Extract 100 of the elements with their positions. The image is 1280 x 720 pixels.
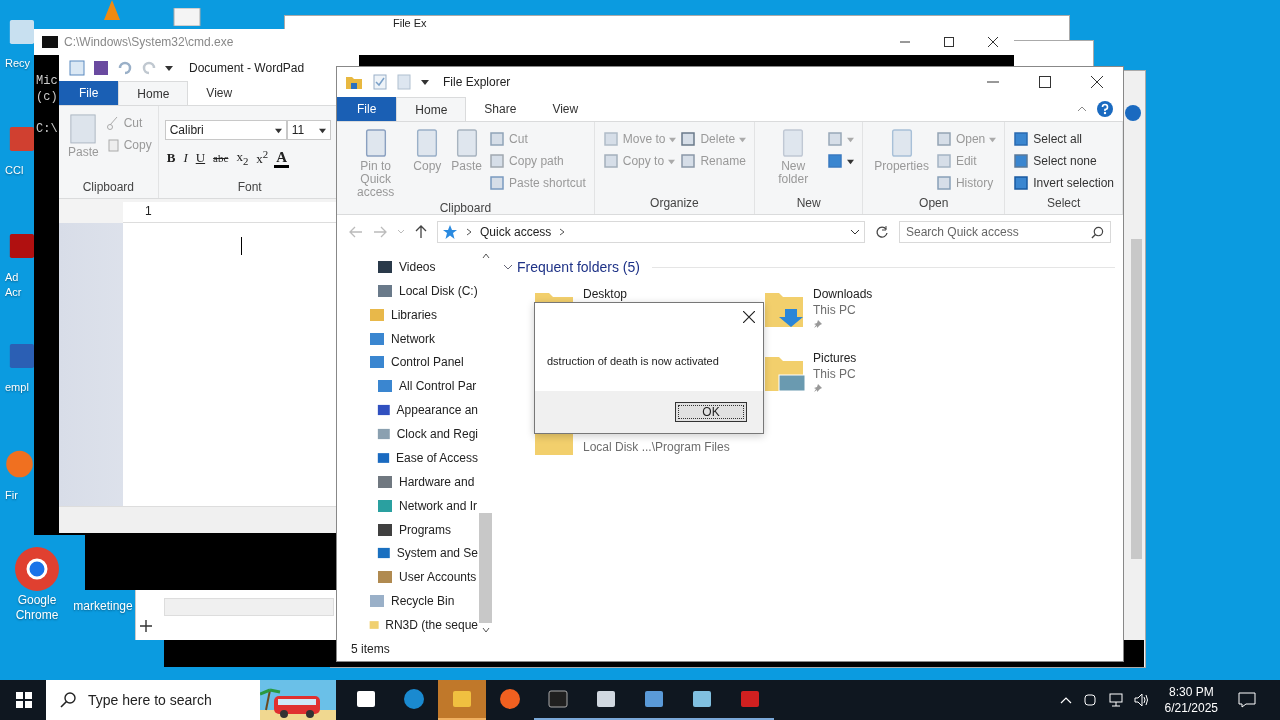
group-label: Clipboard [438,201,493,217]
help-icon[interactable] [1097,101,1113,117]
chevron-down-icon[interactable] [481,627,490,633]
ok-button[interactable]: OK [675,402,747,422]
window-title: File Explorer [443,75,511,89]
clock-date[interactable]: 6/21/2025 [1164,700,1218,716]
ribbon-button[interactable] [827,152,855,170]
clock-time[interactable]: 8:30 PM [1168,684,1214,700]
ribbon-tab[interactable]: Home [396,97,467,121]
format-button[interactable]: B [164,148,178,168]
checkmark-icon[interactable] [373,74,387,90]
format-button[interactable]: I [181,148,190,168]
windows-start-icon[interactable] [16,692,32,708]
ribbon-tab[interactable]: File [59,81,119,105]
caret-icon[interactable] [421,78,429,86]
console-icon [42,36,58,48]
group-label: Select [1045,196,1082,212]
tree-item[interactable]: Network and Ir [337,493,478,518]
text-cursor [241,237,242,255]
close-icon[interactable] [988,37,998,47]
format-button[interactable]: x$^{2}$ [254,148,271,168]
help-icon[interactable] [1125,105,1141,121]
ribbon-button[interactable]: Select none [1013,152,1114,170]
notification-icon[interactable] [1238,692,1256,708]
desktop-icon-label: Ad [5,270,19,285]
desktop-icon-label: CCl [5,163,24,178]
window-title: File Ex [393,17,427,29]
chevron-right-icon [559,228,566,236]
star-icon [442,224,458,240]
format-button[interactable]: x$_{2}$ [234,148,251,168]
terminal-icon [546,687,570,711]
speaker-icon[interactable] [1133,692,1150,708]
scrollbar-thumb[interactable] [479,513,492,623]
search-icon [60,692,76,708]
caret-icon [318,126,326,134]
dialog-message: dstruction of death is now activated [546,354,720,369]
tree-item[interactable]: Network [337,326,478,351]
font-size-dropdown[interactable]: 11 [286,120,331,140]
ribbon-tab[interactable]: View [188,81,251,105]
desktop-icon-label: Acr [5,285,22,300]
tree-item[interactable]: Videos [337,255,478,279]
format-button[interactable]: A [274,148,290,168]
console-line: (c) [36,89,58,105]
close-icon[interactable] [1091,76,1103,88]
tree-item[interactable]: Local Disk (C:) [337,278,478,303]
taskbar-search-field[interactable]: Type here to search [46,680,260,720]
ribbon-tab[interactable]: Share [466,97,535,121]
tree-item[interactable]: System and Se [337,541,478,566]
tree-item[interactable]: All Control Par [337,374,478,399]
scrollbar[interactable] [164,598,334,616]
console-line: C:\ [36,121,58,137]
group-label: Clipboard [81,180,136,196]
ribbon-button[interactable]: Invert selection [1013,174,1114,192]
tree-item[interactable]: RN3D (the seque [337,613,478,637]
folder-location: Local Disk ...\Program Files [583,440,730,454]
caret-icon [847,135,855,143]
close-icon[interactable] [743,311,755,323]
group-label: Organize [649,196,700,212]
desktop-icon-label: marketinge [73,599,133,614]
maximize-icon[interactable] [1039,76,1051,88]
refresh-icon[interactable] [875,225,889,239]
font-family-dropdown[interactable]: Calibri [164,120,287,140]
ribbon-tab[interactable]: File [337,97,397,121]
tree-item[interactable]: Programs [337,517,478,542]
chevron-down-icon[interactable] [503,264,513,270]
up-arrow-icon[interactable] [415,225,427,239]
caret-icon [847,157,855,165]
caret-icon [989,135,997,143]
maximize-icon[interactable] [944,37,954,47]
console-line: Mic [36,73,58,89]
address-bar[interactable]: Quick access [437,221,865,243]
folder-location: This PC [813,367,856,381]
caret-icon [669,135,677,143]
section-header[interactable]: Frequent folders (5) [517,259,640,275]
desktop-icon-label: Recy [5,56,31,71]
desktop-icon-label: Fir [5,488,18,503]
desktop-icon-label: Google [17,593,57,608]
ribbon-tab[interactable]: Home [118,81,189,105]
tree-item[interactable]: User Accounts [337,565,478,590]
caret-icon[interactable] [165,64,173,72]
group-label: Font [236,180,263,196]
collapse-icon[interactable] [1077,105,1087,113]
ruler-number: 1 [145,204,152,218]
caret-icon [739,135,747,143]
tree-item[interactable]: Libraries [337,302,478,327]
tree-item[interactable]: Appearance an [337,398,478,423]
search-field[interactable]: Search Quick access [899,221,1111,243]
chevron-right-icon [466,228,472,236]
format-button[interactable]: abc [211,148,231,168]
ribbon-tab[interactable]: View [534,97,597,121]
folder-name: Downloads [813,287,873,301]
ribbon-button[interactable]: Select all [1013,130,1114,148]
tree-item[interactable]: Clock and Regi [337,422,478,446]
tree-item[interactable]: Ease of Access [337,446,478,470]
tree-item[interactable]: Recycle Bin [337,589,478,614]
tree-item[interactable]: Hardware and [337,469,478,494]
tree-item[interactable]: Control Panel [337,350,478,375]
folder-location: This PC [813,303,856,317]
desktop-shortcut-icon[interactable] [13,545,61,593]
format-button[interactable]: U [193,148,208,168]
